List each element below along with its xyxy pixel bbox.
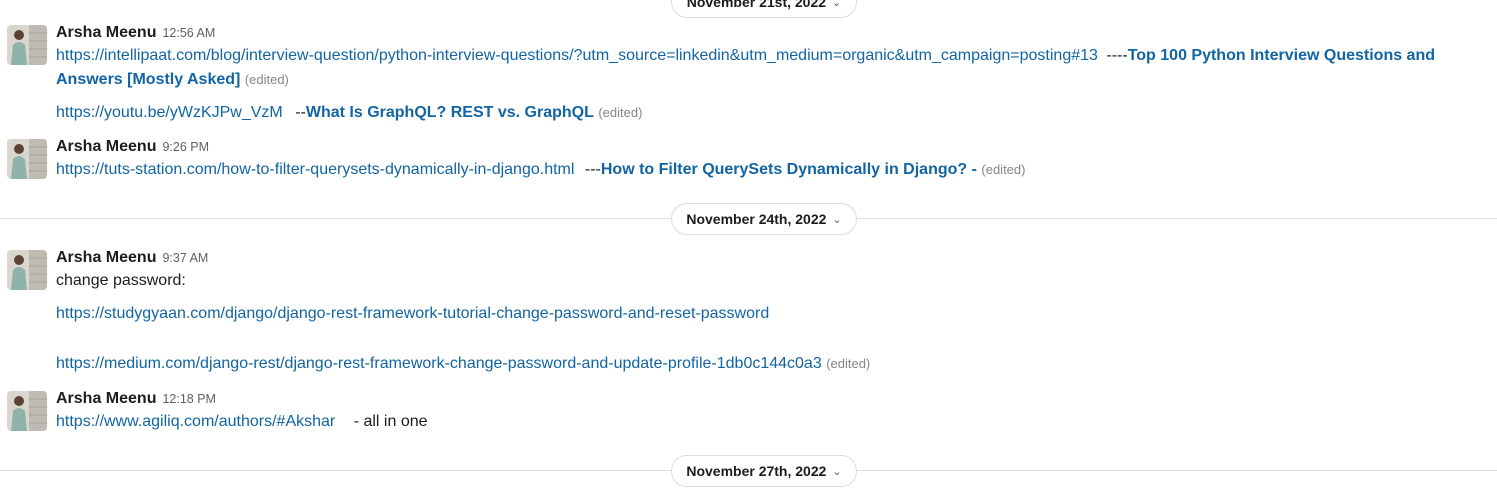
date-divider-pill[interactable]: November 27th, 2022 ⌄ <box>671 455 857 487</box>
separator-text: -- <box>295 104 306 121</box>
chevron-down-icon: ⌄ <box>832 466 842 478</box>
message-text: change password: <box>56 272 186 289</box>
message-text: - all in one <box>353 413 428 430</box>
date-label: November 24th, 2022 <box>686 211 827 227</box>
message-link[interactable]: https://intellipaat.com/blog/interview-q… <box>56 47 1098 64</box>
avatar[interactable] <box>7 391 47 431</box>
author-name[interactable]: Arsha Meenu <box>56 24 156 41</box>
avatar[interactable] <box>7 250 47 290</box>
separator-text: --- <box>584 161 601 178</box>
timestamp[interactable]: 12:56 AM <box>162 26 215 40</box>
edited-label: (edited) <box>598 105 643 120</box>
author-name[interactable]: Arsha Meenu <box>56 138 156 155</box>
date-label: November 21st, 2022 <box>686 0 827 10</box>
link-title[interactable]: How to Filter QuerySets Dynamically in D… <box>601 161 977 178</box>
timestamp[interactable]: 9:26 PM <box>162 140 209 154</box>
link-title[interactable]: What Is GraphQL? REST vs. GraphQL <box>306 104 594 121</box>
date-divider-pill[interactable]: November 21st, 2022 ⌄ <box>671 0 857 18</box>
chevron-down-icon: ⌄ <box>832 214 842 226</box>
chevron-down-icon: ⌄ <box>832 0 842 9</box>
message: Arsha Meenu 12:56 AM https://intellipaat.… <box>56 22 1487 125</box>
message-link[interactable]: https://medium.com/django-rest/django-re… <box>56 355 822 372</box>
date-divider-pill[interactable]: November 24th, 2022 ⌄ <box>671 203 857 235</box>
message-link[interactable]: https://studygyaan.com/django/django-res… <box>56 305 769 322</box>
message-link[interactable]: https://youtu.be/yWzKJPw_VzM <box>56 104 283 121</box>
message: Arsha Meenu 9:26 PM https://tuts-station.… <box>56 136 1487 182</box>
message-link[interactable]: https://www.agiliq.com/authors/#Akshar <box>56 413 335 430</box>
edited-label: (edited) <box>244 72 289 87</box>
message: Arsha Meenu 9:37 AM change password: http… <box>56 247 1487 376</box>
edited-label: (edited) <box>826 356 871 371</box>
avatar[interactable] <box>7 25 47 65</box>
date-label: November 27th, 2022 <box>686 463 827 479</box>
separator-text: ---- <box>1106 47 1128 64</box>
author-name[interactable]: Arsha Meenu <box>56 249 156 266</box>
author-name[interactable]: Arsha Meenu <box>56 390 156 407</box>
message-link[interactable]: https://tuts-station.com/how-to-filter-q… <box>56 161 574 178</box>
timestamp[interactable]: 9:37 AM <box>162 251 208 265</box>
edited-label: (edited) <box>981 162 1026 177</box>
message: Arsha Meenu 12:18 PM https://www.agiliq.c… <box>56 388 1487 434</box>
timestamp[interactable]: 12:18 PM <box>162 392 216 406</box>
avatar[interactable] <box>7 139 47 179</box>
